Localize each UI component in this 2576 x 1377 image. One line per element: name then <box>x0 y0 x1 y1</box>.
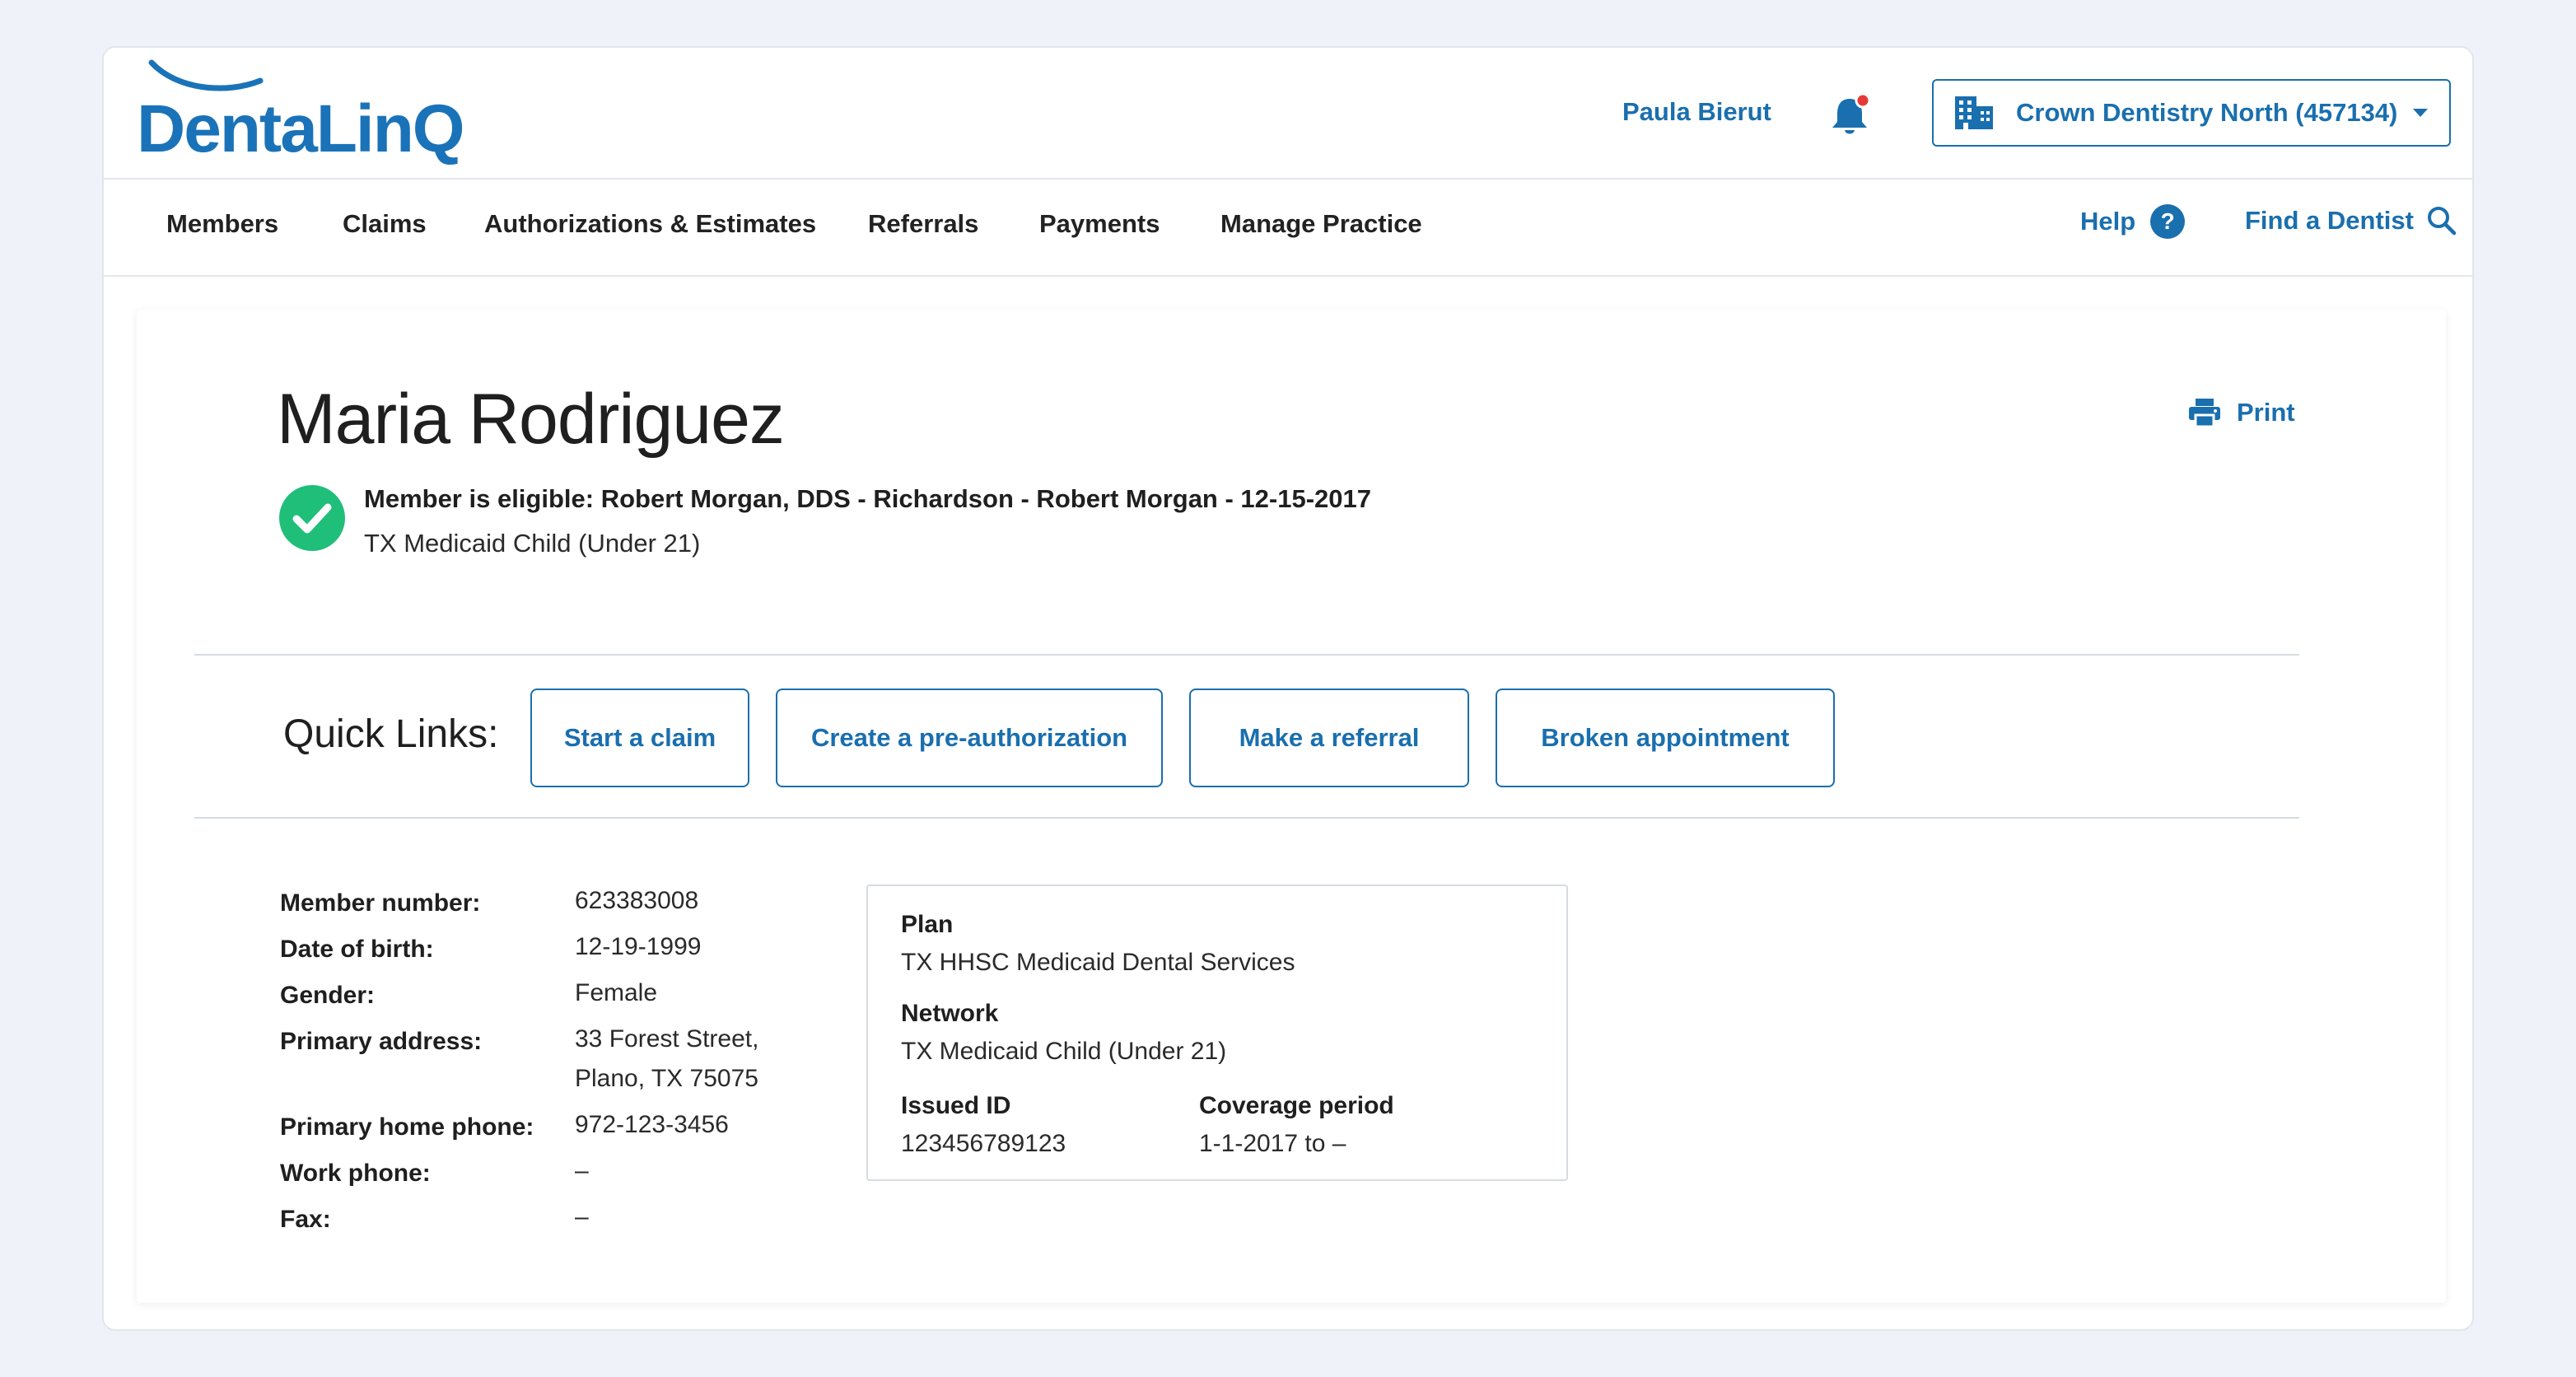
gender-label: Gender: <box>280 982 376 1009</box>
eligibility-status: Member is eligible: Robert Morgan, DDS -… <box>364 484 1371 513</box>
printer-icon <box>2189 399 2220 428</box>
make-referral-button[interactable]: Make a referral <box>1189 688 1469 787</box>
find-dentist-link[interactable]: Find a Dentist <box>2245 204 2458 237</box>
member-number-label: Member number: <box>280 889 481 917</box>
help-icon: ? <box>2150 204 2186 239</box>
nav-claims[interactable]: Claims <box>343 209 427 239</box>
top-bar: DentaLinQ Paula Bierut Crown Dentistry N… <box>104 48 2472 180</box>
practice-selector[interactable]: Crown Dentistry North (457134) <box>1932 79 2451 147</box>
help-link[interactable]: Help ? <box>2080 204 2186 239</box>
divider <box>194 817 2299 819</box>
issued-id-label: Issued ID <box>901 1092 1011 1119</box>
network-label: Network <box>901 1000 999 1027</box>
plan-info-box: Plan TX HHSC Medicaid Dental Services Ne… <box>866 885 1568 1181</box>
search-icon <box>2427 207 2457 236</box>
address-line1: 33 Forest Street, <box>575 1025 759 1053</box>
logo-text: DentaLinQ <box>137 91 465 166</box>
building-icon <box>1955 96 1993 129</box>
nav-authorizations-estimates[interactable]: Authorizations & Estimates <box>484 209 816 239</box>
help-label: Help <box>2080 207 2136 236</box>
address-label: Primary address: <box>280 1028 483 1055</box>
fax-label: Fax: <box>280 1206 331 1233</box>
practice-name: Crown Dentistry North (457134) <box>2016 98 2398 127</box>
check-circle-icon <box>279 485 345 551</box>
plan-label: Plan <box>901 911 954 938</box>
issued-id-value: 123456789123 <box>901 1130 1066 1157</box>
dob-label: Date of birth: <box>280 936 434 963</box>
nav-payments[interactable]: Payments <box>1039 209 1160 239</box>
member-number-value: 623383008 <box>575 887 699 914</box>
find-dentist-label: Find a Dentist <box>2245 206 2414 235</box>
coverage-period-label: Coverage period <box>1199 1092 1394 1119</box>
nav-members[interactable]: Members <box>166 209 278 239</box>
gender-value: Female <box>575 979 658 1006</box>
start-claim-button[interactable]: Start a claim <box>530 688 749 787</box>
broken-appointment-button[interactable]: Broken appointment <box>1496 688 1835 787</box>
network-value: TX Medicaid Child (Under 21) <box>901 1038 1227 1065</box>
app-window: DentaLinQ Paula Bierut Crown Dentistry N… <box>102 46 2474 1331</box>
fax-value: – <box>575 1203 589 1230</box>
print-label: Print <box>2237 398 2295 427</box>
create-preauthorization-button[interactable]: Create a pre-authorization <box>776 688 1163 787</box>
main-nav: Members Claims Authorizations & Estimate… <box>104 180 2472 277</box>
nav-referrals[interactable]: Referrals <box>868 209 978 239</box>
home-phone-value: 972-123-3456 <box>575 1111 729 1138</box>
dentalinq-logo[interactable]: DentaLinQ <box>137 58 466 181</box>
coverage-period-value: 1-1-2017 to – <box>1199 1130 1346 1157</box>
page-title: Maria Rodriguez <box>277 380 785 459</box>
user-name-link[interactable]: Paula Bierut <box>1622 97 1771 127</box>
member-card: Maria Rodriguez Print Member is eligible… <box>137 310 2446 1303</box>
notifications-bell-icon[interactable] <box>1825 91 1874 140</box>
home-phone-label: Primary home phone: <box>280 1113 534 1141</box>
work-phone-label: Work phone: <box>280 1160 431 1187</box>
eligibility-program: TX Medicaid Child (Under 21) <box>364 529 701 558</box>
nav-manage-practice[interactable]: Manage Practice <box>1220 209 1422 239</box>
quick-links-title: Quick Links: <box>283 712 499 756</box>
plan-value: TX HHSC Medicaid Dental Services <box>901 949 1295 976</box>
dob-value: 12-19-1999 <box>575 933 702 960</box>
address-line2: Plano, TX 75075 <box>575 1065 758 1092</box>
divider <box>194 654 2299 656</box>
chevron-down-icon <box>2413 109 2428 117</box>
work-phone-value: – <box>575 1157 589 1184</box>
print-button[interactable]: Print <box>2187 397 2295 428</box>
